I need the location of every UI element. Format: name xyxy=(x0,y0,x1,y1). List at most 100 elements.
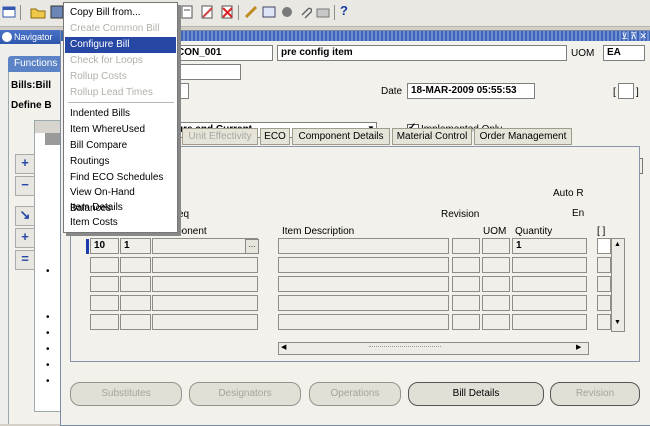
delete-record-icon[interactable] xyxy=(220,5,234,19)
menu-item-configure-bill[interactable]: Configure Bill xyxy=(65,37,176,53)
item-seq-cell[interactable] xyxy=(90,295,119,311)
expand-branch-icon[interactable]: ↘ xyxy=(15,206,35,226)
uom-cell[interactable] xyxy=(482,295,510,311)
scroll-down-icon[interactable]: ▼ xyxy=(614,319,621,326)
date-field[interactable]: 18-MAR-2009 05:55:53 xyxy=(407,83,535,99)
window-icon[interactable] xyxy=(2,5,16,19)
menu-item-view-on-hand-balances[interactable]: View On-Hand Balances xyxy=(68,185,174,214)
scroll-left-icon[interactable]: ◀ xyxy=(281,343,286,351)
operations-button[interactable]: Operations xyxy=(309,382,401,406)
operation-seq-cell[interactable]: 1 xyxy=(120,238,151,254)
pencil-icon[interactable] xyxy=(244,5,258,19)
scroll-up-icon[interactable]: ▲ xyxy=(614,241,621,248)
revision-cell[interactable] xyxy=(452,314,480,330)
component-cell[interactable] xyxy=(152,295,258,311)
item-description-cell[interactable] xyxy=(278,238,449,254)
bill-details-button[interactable]: Bill Details xyxy=(408,382,544,406)
menu-item-check-for-loops[interactable]: Check for Loops xyxy=(68,53,174,69)
operation-seq-cell[interactable] xyxy=(120,257,151,273)
collapse-all-icon[interactable]: = xyxy=(15,250,35,270)
folder-open-icon[interactable] xyxy=(30,5,46,19)
window-controls[interactable]: ⊻ ⊼ ✕ xyxy=(621,31,647,41)
menu-item-indented-bills[interactable]: Indented Bills xyxy=(68,106,174,122)
uom-field[interactable]: EA xyxy=(603,45,645,61)
folder-tools-icon[interactable] xyxy=(316,5,330,19)
revision-cell[interactable] xyxy=(452,238,480,254)
list-bullet: • xyxy=(46,266,50,277)
tab-unit-effectivity[interactable]: Unit Effectivity xyxy=(182,128,258,145)
item-description-cell[interactable] xyxy=(278,276,449,292)
horizontal-scrollbar[interactable]: ◀ ▶ xyxy=(278,342,589,355)
tab-eco[interactable]: ECO xyxy=(260,128,290,145)
save-icon[interactable] xyxy=(50,5,64,19)
quantity-cell[interactable] xyxy=(512,295,587,311)
menu-item-create-common-bill[interactable]: Create Common Bill xyxy=(68,21,174,37)
tab-material-control[interactable]: Material Control xyxy=(392,128,472,145)
operation-seq-cell[interactable] xyxy=(120,314,151,330)
edit-record-icon[interactable] xyxy=(200,5,214,19)
item-seq-cell[interactable] xyxy=(90,257,119,273)
translation-icon[interactable] xyxy=(262,5,276,19)
operation-seq-cell[interactable] xyxy=(120,295,151,311)
component-cell[interactable] xyxy=(152,314,258,330)
collapse-icon[interactable]: − xyxy=(15,176,35,196)
row-checkbox-cell[interactable] xyxy=(597,238,611,254)
operation-seq-cell[interactable] xyxy=(120,276,151,292)
expand-all-icon[interactable]: + xyxy=(15,228,35,248)
menu-item-item-whereused[interactable]: Item WhereUsed xyxy=(68,122,174,138)
component-cell[interactable] xyxy=(152,257,258,273)
scroll-thumb[interactable] xyxy=(369,346,441,350)
attachment-icon[interactable] xyxy=(298,5,313,19)
component-cell[interactable] xyxy=(152,276,258,292)
menu-item-bill-compare[interactable]: Bill Compare xyxy=(68,138,174,154)
menu-item-item-costs[interactable]: Item Costs xyxy=(68,215,174,231)
designators-button[interactable]: Designators xyxy=(189,382,301,406)
menu-item-find-eco-schedules[interactable]: Find ECO Schedules xyxy=(68,170,174,186)
quantity-cell[interactable] xyxy=(512,276,587,292)
revision-cell[interactable] xyxy=(452,295,480,311)
item-seq-cell[interactable] xyxy=(90,276,119,292)
item-description-cell[interactable] xyxy=(278,295,449,311)
item-description-field[interactable]: pre config item xyxy=(277,45,567,61)
help-icon[interactable]: ? xyxy=(340,3,348,18)
revision-header: Revision xyxy=(441,209,480,220)
scroll-right-icon[interactable]: ▶ xyxy=(576,343,581,351)
uom-cell[interactable] xyxy=(482,276,510,292)
quantity-cell[interactable]: 1 xyxy=(512,238,587,254)
tab-order-management[interactable]: Order Management xyxy=(474,128,572,145)
revision-cell[interactable] xyxy=(452,257,480,273)
date-lov-button[interactable] xyxy=(618,83,634,99)
menu-item-copy-bill-from[interactable]: Copy Bill from... xyxy=(68,5,174,21)
vertical-scrollbar[interactable]: ▲ ▼ xyxy=(611,238,625,332)
tab-component-details[interactable]: Component Details xyxy=(292,128,390,145)
menu-item-rollup-lead-times[interactable]: Rollup Lead Times xyxy=(68,85,174,101)
alternate-field[interactable] xyxy=(173,64,241,80)
revision-button[interactable]: Revision xyxy=(550,382,640,406)
list-bullet: • xyxy=(46,344,50,355)
new-record-icon[interactable] xyxy=(180,5,194,19)
menu-item-item-details[interactable]: Item Details xyxy=(68,200,174,216)
date-bracket: [ xyxy=(613,87,616,98)
substitutes-button[interactable]: Substitutes xyxy=(70,382,182,406)
expand-icon[interactable]: + xyxy=(15,154,35,174)
row-checkbox-cell[interactable] xyxy=(597,276,611,292)
item-seq-cell[interactable]: 10 xyxy=(90,238,119,254)
record-circle-icon[interactable] xyxy=(280,5,294,19)
component-cell[interactable] xyxy=(152,238,258,254)
quantity-cell[interactable] xyxy=(512,257,587,273)
component-lov-button[interactable]: ... xyxy=(245,239,259,254)
quantity-cell[interactable] xyxy=(512,314,587,330)
revision-cell[interactable] xyxy=(452,276,480,292)
row-checkbox-cell[interactable] xyxy=(597,314,611,330)
item-description-cell[interactable] xyxy=(278,257,449,273)
row-checkbox-cell[interactable] xyxy=(597,257,611,273)
menu-item-routings[interactable]: Routings xyxy=(68,154,174,170)
item-seq-cell[interactable] xyxy=(90,314,119,330)
uom-cell[interactable] xyxy=(482,257,510,273)
row-checkbox-cell[interactable] xyxy=(597,295,611,311)
menu-item-rollup-costs[interactable]: Rollup Costs xyxy=(68,69,174,85)
item-field[interactable]: CON_001 xyxy=(173,45,273,61)
item-description-cell[interactable] xyxy=(278,314,449,330)
uom-cell[interactable] xyxy=(482,314,510,330)
uom-cell[interactable] xyxy=(482,238,510,254)
